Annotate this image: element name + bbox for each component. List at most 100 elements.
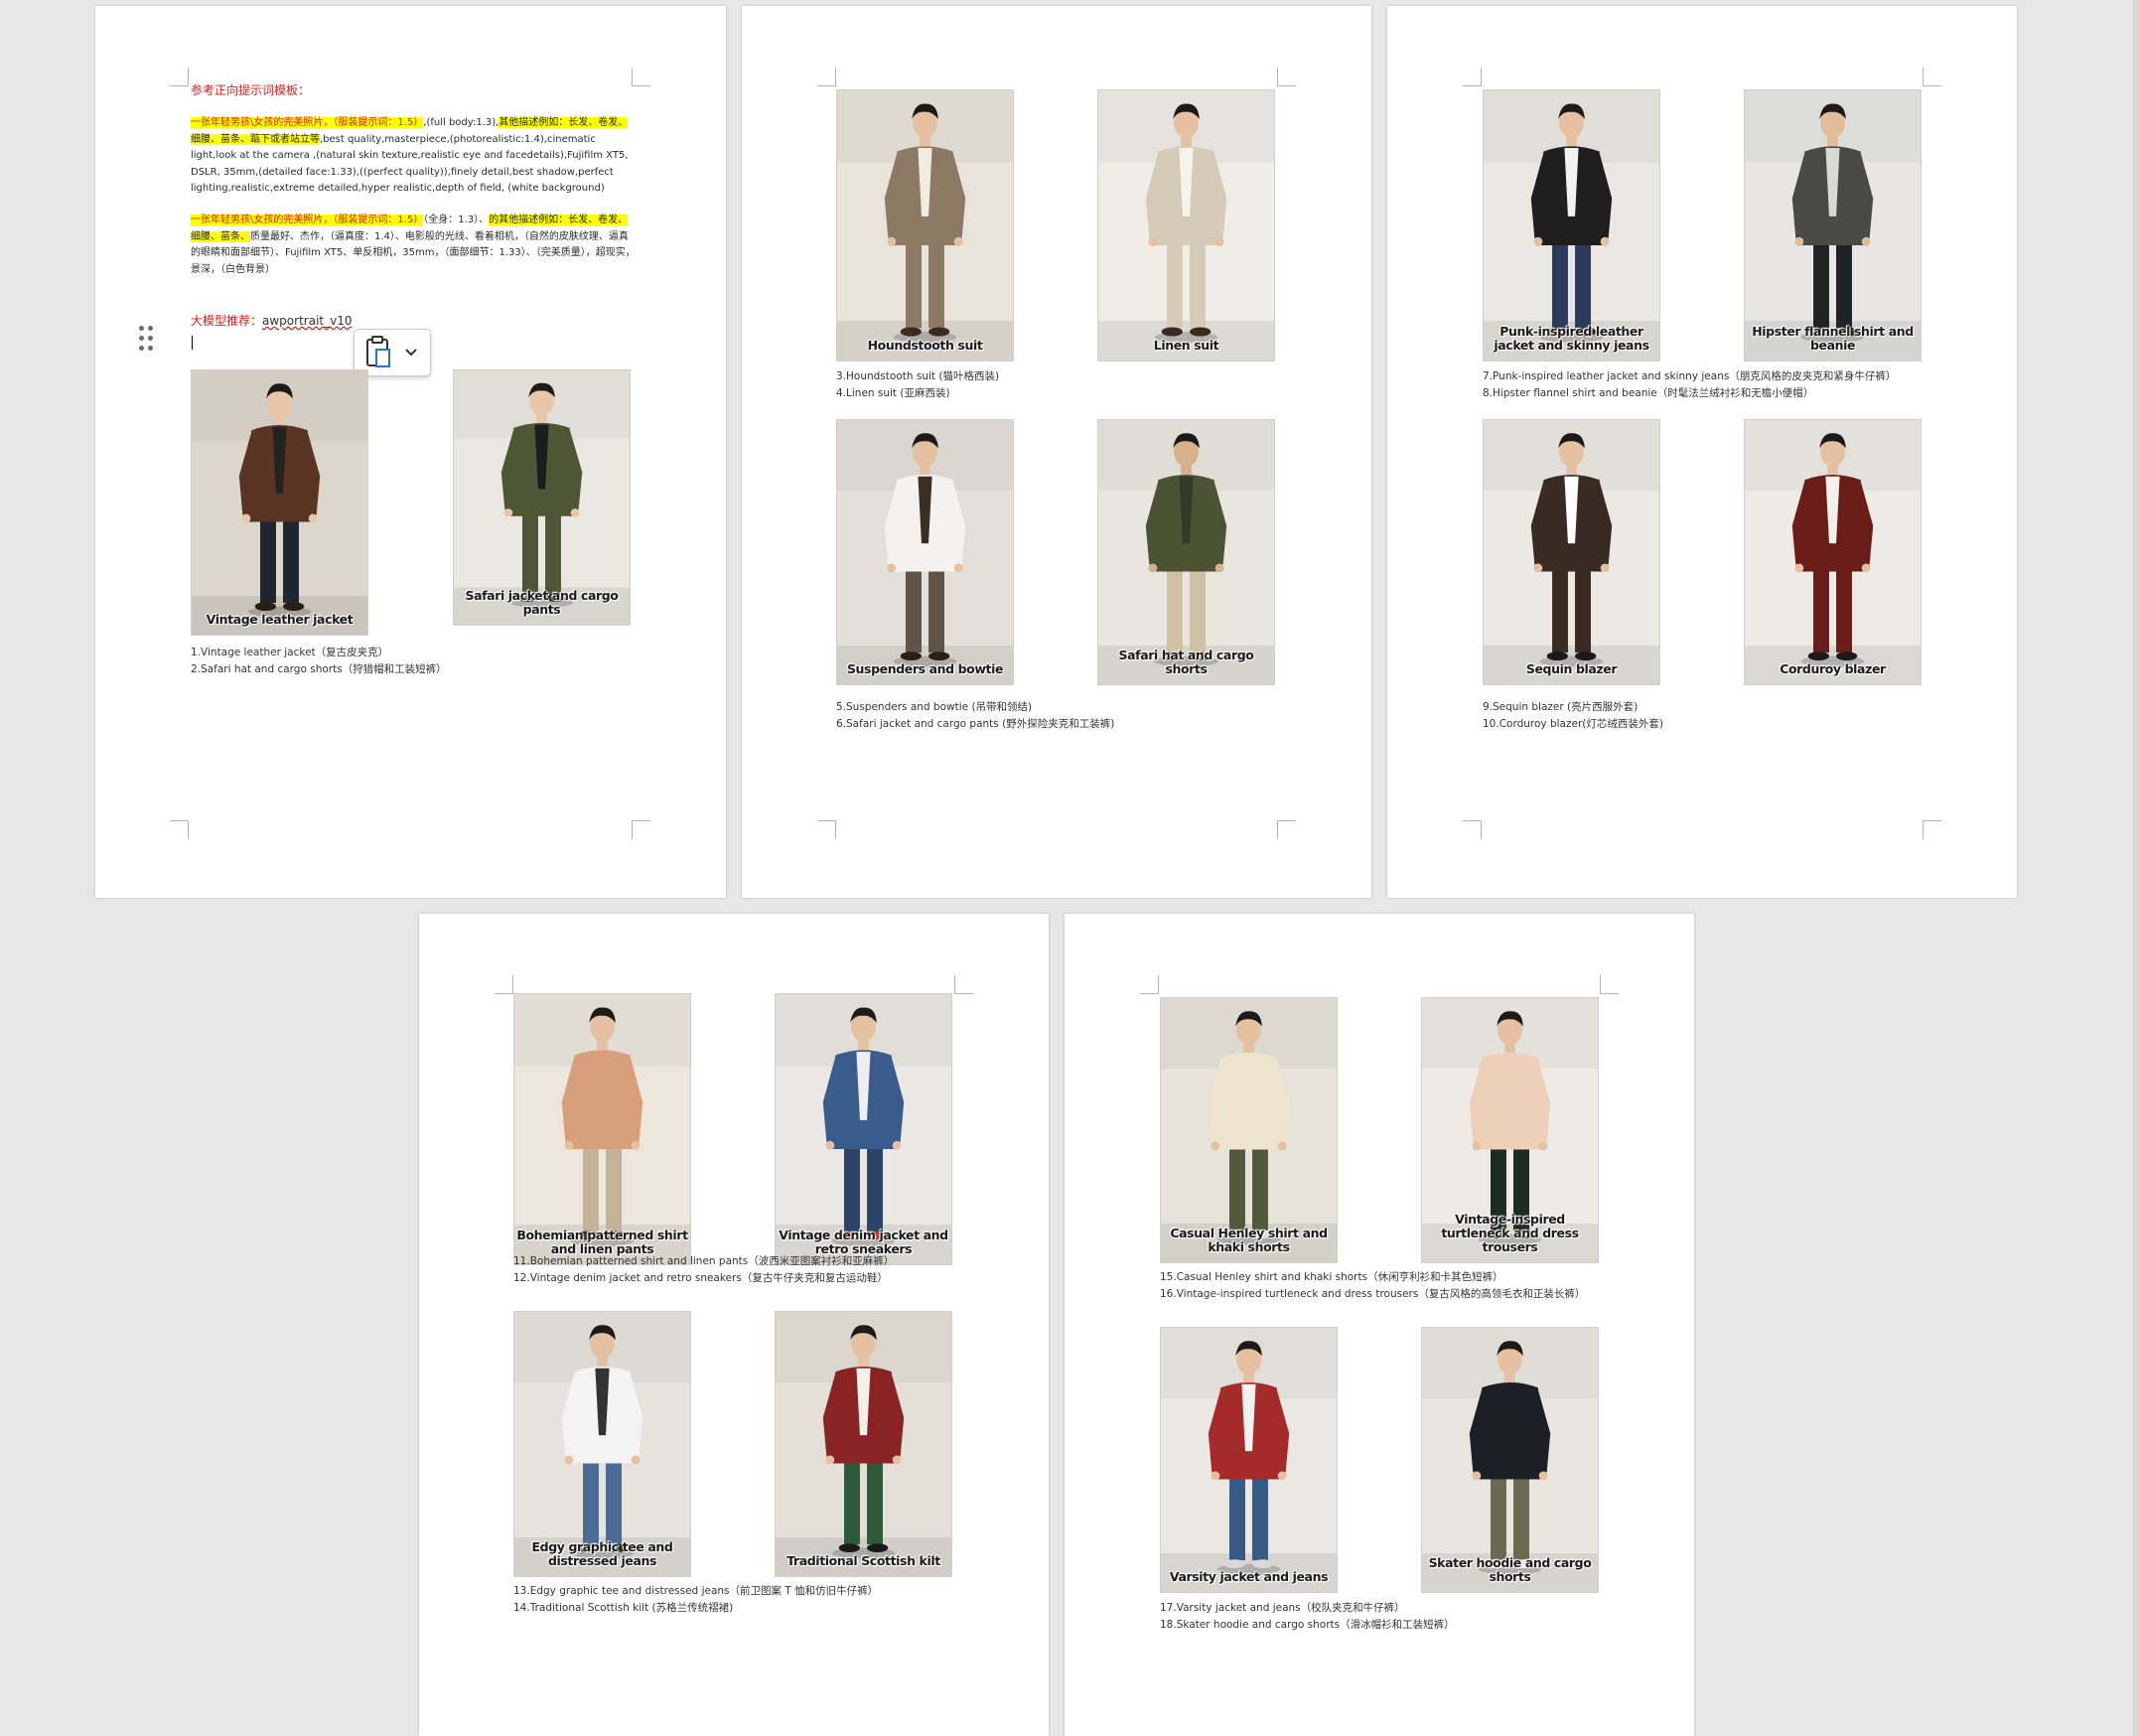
list-item: 9.Sequin blazer (亮片西服外套)	[1483, 701, 1639, 713]
margin-mark	[170, 68, 189, 86]
highlight-text: 一张年轻男孩\女孩的完美照片，（服装提示词：1.5）	[191, 215, 424, 225]
person-figure	[1484, 420, 1659, 684]
person-figure	[837, 90, 1013, 361]
list-item: 17.Varsity jacket and jeans（校队夹克和牛仔裤）	[1160, 1602, 1405, 1614]
model-label: 大模型推荐：	[191, 314, 263, 328]
outfit-photo[interactable]: Vintage-inspired turtleneck and dress tr…	[1421, 997, 1599, 1263]
photo-caption: Safari jacket and cargo pants	[465, 588, 619, 617]
outfit-photo[interactable]: Casual Henley shirt and khaki shorts	[1160, 997, 1338, 1263]
outfit-photo[interactable]: Linen suit	[1097, 89, 1275, 362]
photo-caption: Sequin blazer	[1525, 661, 1618, 676]
paragraph-text: （全身：1.3）、	[423, 215, 490, 225]
photo-caption: Safari hat and cargo shorts	[1118, 648, 1254, 676]
list-item: 12.Vintage denim jacket and retro sneake…	[513, 1272, 888, 1284]
person-figure	[1484, 90, 1659, 361]
list-item: 14.Traditional Scottish kilt (苏格兰传统褶裙)	[513, 1602, 734, 1614]
outfit-photo[interactable]: Sequin blazer	[1483, 419, 1660, 685]
margin-mark	[817, 820, 836, 839]
outfit-photo[interactable]: Skater hoodie and cargo shorts	[1421, 1327, 1599, 1593]
outfit-photo[interactable]: Bohemian patterned shirt and linen pants	[513, 993, 691, 1265]
person-figure	[1745, 420, 1921, 684]
margin-mark	[1277, 68, 1296, 86]
photo-caption: Vintage leather jacket	[206, 612, 354, 627]
template-heading: 参考正向提示词模板：	[191, 83, 311, 97]
person-figure	[776, 994, 951, 1264]
person-figure	[1745, 90, 1921, 361]
list-item: 2.Safari hat and cargo shorts（狩猎帽和工装短裤）	[191, 663, 447, 675]
list-item: 6.Safari jacket and cargo pants (野外探险夹克和…	[836, 718, 1115, 730]
list-item: 15.Casual Henley shirt and khaki shorts（…	[1160, 1271, 1503, 1283]
margin-mark	[1923, 820, 1941, 839]
outfit-photo[interactable]: Edgy graphic tee and distressed jeans	[513, 1311, 691, 1577]
document-page-1: 参考正向提示词模板： 一张年轻男孩\女孩的完美照片，（服装提示词：1.5）,(f…	[95, 6, 726, 898]
outfit-photo[interactable]: Vintage leather jacket	[191, 369, 368, 636]
margin-mark	[1600, 975, 1619, 994]
text-cursor	[192, 336, 193, 350]
list-item: 13.Edgy graphic tee and distressed jeans…	[513, 1585, 879, 1597]
person-figure	[1098, 90, 1274, 361]
person-figure	[1098, 420, 1274, 684]
drag-handle-icon[interactable]	[139, 326, 155, 356]
outfit-photo[interactable]: Punk-inspired leather jacket and skinny …	[1483, 89, 1660, 362]
list-item: 4.Linen suit (亚麻西装)	[836, 387, 950, 399]
model-name: awportrait_v10	[262, 314, 353, 328]
margin-mark	[1277, 820, 1296, 839]
model-recommendation: 大模型推荐：awportrait_v10	[191, 314, 352, 328]
photo-caption: Corduroy blazer	[1780, 661, 1886, 676]
photo-caption: Skater hoodie and cargo shorts	[1428, 1555, 1592, 1584]
margin-mark	[1463, 820, 1482, 839]
photo-caption: Varsity jacket and jeans	[1169, 1569, 1329, 1584]
outfit-photo[interactable]: Corduroy blazer	[1744, 419, 1922, 685]
prompt-paragraph-cn[interactable]: 一张年轻男孩\女孩的完美照片，（服装提示词：1.5）（全身：1.3）、的其他描述…	[191, 213, 638, 278]
list-item: 16.Vintage-inspired turtleneck and dress…	[1160, 1288, 1586, 1300]
outfit-photo[interactable]: Varsity jacket and jeans	[1160, 1327, 1338, 1593]
photo-caption: Punk-inspired leather jacket and skinny …	[1494, 324, 1649, 353]
outfit-photo[interactable]: Houndstooth suit	[836, 89, 1014, 362]
paragraph-text: 质量最好、杰作，（逼真度：1.4）、电影般的光线、看着相机，（自然的皮肤纹理、逼…	[191, 230, 636, 275]
list-item: 7.Punk-inspired leather jacket and skinn…	[1483, 370, 1897, 382]
list-item: 8.Hipster flannel shirt and beanie（时髦法兰绒…	[1483, 387, 1814, 399]
margin-mark	[632, 820, 650, 839]
person-figure	[776, 1312, 951, 1576]
margin-mark	[632, 68, 650, 86]
margin-mark	[1140, 975, 1159, 994]
person-figure	[837, 420, 1013, 684]
outfit-photo[interactable]: Safari hat and cargo shorts	[1097, 419, 1275, 685]
photo-caption: Linen suit	[1153, 338, 1219, 353]
photo-caption: Hipster flannel shirt and beanie	[1752, 324, 1914, 353]
list-item: 1.Vintage leather jacket（复古皮夹克）	[191, 647, 389, 658]
document-page-2: Houndstooth suit Linen suit 3.Houndstoot…	[742, 6, 1371, 898]
margin-mark	[170, 820, 189, 839]
outfit-photo[interactable]: Traditional Scottish kilt	[775, 1311, 952, 1577]
prompt-paragraph-en[interactable]: 一张年轻男孩\女孩的完美照片，（服装提示词：1.5）,(full body:1.…	[191, 115, 638, 198]
document-page-3: Punk-inspired leather jacket and skinny …	[1387, 6, 2017, 898]
scrollbar-track[interactable]	[2133, 0, 2139, 1736]
list-item: 3.Houndstooth suit (猫叶格西装)	[836, 370, 1000, 382]
margin-mark	[954, 975, 973, 994]
margin-mark	[495, 975, 513, 994]
person-figure	[192, 370, 367, 635]
person-figure	[514, 1312, 690, 1576]
list-item: 5.Suspenders and bowtie (吊带和领结)	[836, 701, 1033, 713]
list-item: 11.Bohemian patterned shirt and linen pa…	[513, 1255, 895, 1267]
person-figure	[1161, 998, 1337, 1262]
photo-caption: Vintage denim jacket and retro sneakers	[779, 1228, 948, 1256]
margin-mark	[1463, 68, 1482, 86]
photo-caption: Traditional Scottish kilt	[786, 1553, 940, 1568]
document-page-5: Casual Henley shirt and khaki shorts Vin…	[1065, 914, 1694, 1736]
person-figure	[454, 370, 630, 625]
outfit-photo[interactable]: Hipster flannel shirt and beanie	[1744, 89, 1922, 362]
photo-caption: Casual Henley shirt and khaki shorts	[1170, 1226, 1328, 1254]
photo-caption: Bohemian patterned shirt and linen pants	[516, 1228, 688, 1256]
outfit-photo[interactable]: Vintage denim jacket and retro sneakers	[775, 993, 952, 1265]
person-figure	[514, 994, 690, 1264]
list-item: 18.Skater hoodie and cargo shorts（滑冰帽衫和工…	[1160, 1619, 1455, 1631]
person-figure	[1422, 1328, 1598, 1592]
outfit-photo[interactable]: Suspenders and bowtie	[836, 419, 1014, 685]
photo-caption: Edgy graphic tee and distressed jeans	[531, 1539, 673, 1568]
document-page-4: Bohemian patterned shirt and linen pants…	[419, 914, 1049, 1736]
photo-caption: Suspenders and bowtie	[846, 661, 1004, 676]
outfit-photo[interactable]: Safari jacket and cargo pants	[453, 369, 631, 626]
margin-mark	[1923, 68, 1941, 86]
photo-caption: Houndstooth suit	[867, 338, 983, 353]
